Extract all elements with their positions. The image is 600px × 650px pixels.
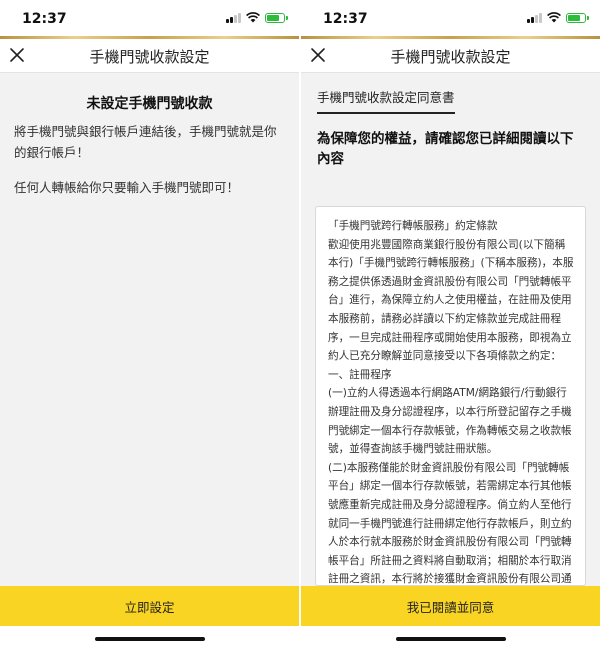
battery-icon xyxy=(566,12,589,23)
home-area xyxy=(301,626,600,650)
terms-text: 「手機門號跨行轉帳服務」約定條款 歡迎使用兆豐國際商業銀行股份有限公司(以下簡稱… xyxy=(316,207,585,586)
home-indicator[interactable] xyxy=(94,637,205,641)
status-bar: 12:37 xyxy=(0,0,299,36)
status-bar: 12:37 xyxy=(301,0,600,36)
battery-icon xyxy=(265,12,288,23)
tab-agreement[interactable]: 手機門號收款設定同意書 xyxy=(317,87,455,114)
status-time: 12:37 xyxy=(22,11,67,27)
section-heading: 未設定手機門號收款 xyxy=(86,96,213,112)
terms-paragraph: 一、註冊程序 xyxy=(328,368,392,381)
nav-bar: 手機門號收款設定 xyxy=(0,39,299,73)
terms-paragraph: 歡迎使用兆豐國際商業銀行股份有限公司(以下簡稱本行)「手機門號跨行轉帳服務」(下… xyxy=(328,238,574,363)
agree-button[interactable]: 我已閱讀並同意 xyxy=(301,586,600,626)
page-title: 手機門號收款設定 xyxy=(390,48,511,66)
terms-paragraph: (二)本服務僅能於財金資訊股份有限公司「門號轉帳平台」綁定一個本行存款帳號，若需… xyxy=(328,461,572,586)
terms-paragraph: (一)立約人得透過本行網路ATM/網路銀行/行動銀行辦理註冊及身分認證程序，以本… xyxy=(328,387,572,456)
main-content: 手機門號收款設定同意書 為保障您的權益，請確認您已詳細閱讀以下內容 xyxy=(301,73,600,169)
terms-scroll-box[interactable]: 「手機門號跨行轉帳服務」約定條款 歡迎使用兆豐國際商業銀行股份有限公司(以下簡稱… xyxy=(315,206,586,586)
main-content: 未設定手機門號收款 將手機門號與銀行帳戶連結後，手機門號就是你的銀行帳戶！ 任何… xyxy=(0,73,299,198)
right-screen: 12:37 手機門號收款設定 手機門號收款設定同意書 為保障您的權益，請確認您已… xyxy=(301,0,600,650)
wifi-icon xyxy=(246,12,260,23)
page-title: 手機門號收款設定 xyxy=(89,48,210,66)
status-icons xyxy=(527,12,589,23)
status-icons xyxy=(226,12,288,23)
setup-now-button[interactable]: 立即設定 xyxy=(0,586,299,626)
section-heading: 為保障您的權益，請確認您已詳細閱讀以下內容 xyxy=(317,131,574,167)
terms-paragraph: 「手機門號跨行轉帳服務」約定條款 xyxy=(328,220,498,232)
wifi-icon xyxy=(547,12,561,23)
signal-icon xyxy=(226,12,241,23)
description-text: 將手機門號與銀行帳戶連結後，手機門號就是你的銀行帳戶！ xyxy=(14,124,277,160)
description-text: 任何人轉帳給你只要輸入手機門號即可！ xyxy=(14,180,240,195)
status-time: 12:37 xyxy=(323,11,368,27)
left-screen: 12:37 手機門號收款設定 未設定手機門號收款 將手機門號與銀行帳戶連結後，手… xyxy=(0,0,299,650)
home-area xyxy=(0,626,299,650)
tab-bar: 手機門號收款設定同意書 xyxy=(317,73,584,114)
home-indicator[interactable] xyxy=(395,637,506,641)
nav-bar: 手機門號收款設定 xyxy=(301,39,600,73)
signal-icon xyxy=(527,12,542,23)
